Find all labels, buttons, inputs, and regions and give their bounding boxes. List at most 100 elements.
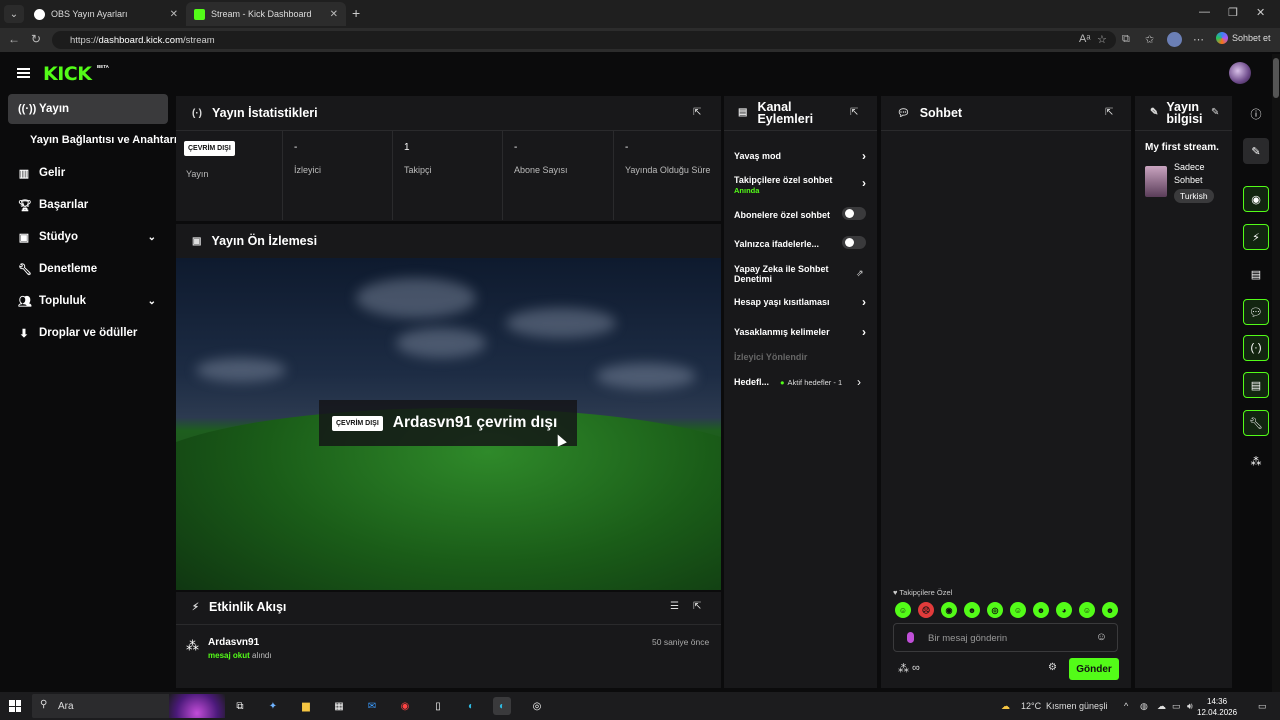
action-ai-moderation[interactable]: Yapay Zeka ile Sohbet Denetimi [734,264,844,284]
more-icon[interactable]: ⋯ [1193,33,1204,46]
chat-icon[interactable]: 💬︎ [1243,299,1269,325]
emote-icon[interactable]: ☺ [1079,602,1095,618]
external-link-icon[interactable]: ⇗ [856,268,864,279]
extensions-icon[interactable]: ⧉ [1122,33,1130,46]
action-banned-words[interactable]: Yasaklanmış kelimeler › [734,326,866,338]
send-button[interactable]: Gönder [1069,658,1119,680]
action-account-age[interactable]: Hesap yaşı kısıtlaması › [734,296,866,308]
microphone-icon[interactable] [907,632,914,643]
emote-icon[interactable]: ◎ [987,602,1003,618]
chevron-right-icon[interactable]: › [857,375,861,389]
emote-icon[interactable]: ☻ [1033,602,1049,618]
actions-icon[interactable]: ▤ [1243,372,1269,398]
sidebar-item-yayin[interactable]: ((·)) Yayın [8,94,168,124]
windows-start-icon[interactable] [9,700,21,712]
reload-icon[interactable]: ↻ [31,32,41,46]
close-window-icon[interactable]: ✕ [1256,6,1265,19]
info-icon[interactable]: ⓘ [1243,101,1269,127]
wrench-icon[interactable]: 🔧︎ [1243,410,1269,436]
emoji-icon[interactable]: ☺ [1096,631,1107,643]
network-icon[interactable]: ▭ [1172,701,1181,712]
broadcast-icon[interactable]: (·) [1243,335,1269,361]
volume-icon[interactable]: 🔊︎ [1187,701,1193,712]
emote-icon[interactable]: ☻ [1102,602,1118,618]
task-view-icon[interactable]: ⧉ [231,697,249,715]
mail-icon[interactable]: ✉ [363,697,381,715]
sidebar-item-studyo[interactable]: ▣ Stüdyo ⌄ [8,222,168,252]
favorites-icon[interactable]: ✩ [1145,33,1154,46]
notepad-icon[interactable]: ▯ [429,697,447,715]
chrome-icon[interactable]: ◉ [396,697,414,715]
filter-icon[interactable]: ☰ [670,601,679,612]
back-icon[interactable]: ← [8,32,20,46]
close-tab-icon[interactable]: ✕ [170,9,178,20]
document-icon[interactable]: ▤ [1243,261,1269,287]
toggle-switch[interactable] [842,207,866,220]
menu-icon[interactable] [17,68,30,78]
emote-icon[interactable]: ◕ [1056,602,1072,618]
file-explorer-icon[interactable]: ▆ [297,697,315,715]
copilot-icon[interactable]: ✦ [264,697,282,715]
minimize-icon[interactable]: — [1199,6,1210,18]
sidebar-subitem-stream-key[interactable]: Yayın Bağlantısı ve Anahtarı [30,134,177,146]
onedrive-icon[interactable]: ☁ [1157,701,1166,712]
scrollbar[interactable] [1272,54,1280,692]
store-icon[interactable]: ▦ [330,697,348,715]
tray-icon[interactable]: ◍ [1140,701,1148,712]
stat-label: İzleyici [294,165,322,175]
edge-active-icon[interactable]: ◐ [493,697,511,715]
new-tab-icon[interactable]: + [352,5,360,21]
favorite-star-icon[interactable]: ☆ [1097,33,1107,46]
toggle-switch[interactable] [842,236,866,249]
emote-icon[interactable]: ☹ [918,602,934,618]
lightning-icon[interactable]: ⚡︎ [1243,224,1269,250]
kick-logo[interactable]: KICK [43,63,92,85]
action-goals[interactable]: Hedefl... Aktif hedefler - 1 [734,377,842,387]
notifications-icon[interactable]: ▭ [1258,701,1267,712]
points-icon[interactable]: ⁂ [898,662,909,675]
emote-icon[interactable]: ◉ [941,602,957,618]
chat-input[interactable]: Bir mesaj gönderin ☺ [893,623,1118,652]
avatar[interactable] [1229,62,1251,84]
sidebar-item-topluluk[interactable]: 👥︎ Topluluk ⌄ [8,286,168,316]
sidebar-item-denetleme[interactable]: 🔧︎ Denetleme [8,254,168,284]
scrollbar-thumb[interactable] [1273,58,1279,98]
sidebar-item-basarilar[interactable]: 🏆︎ Başarılar [8,190,168,220]
tab-kick[interactable]: Stream - Kick Dashboard ✕ [186,2,346,26]
infinity-icon[interactable]: ∞ [912,662,920,674]
taskbar-search[interactable]: ⚲ Ara [32,694,225,718]
tab-list-button[interactable]: ⌄ [4,5,24,23]
camera-icon[interactable]: ◉ [1243,186,1269,212]
popout-icon[interactable]: ⇱ [693,107,701,118]
obs-icon[interactable]: ◎ [528,697,546,715]
sidebar-item-droplar[interactable]: ⬇ Droplar ve ödüller [8,318,168,348]
clock[interactable]: 14:36 12.04.2026 [1197,696,1237,718]
sidebar-item-gelir[interactable]: ▥ Gelir [8,158,168,188]
emote-icon[interactable]: ☻ [964,602,980,618]
popout-icon[interactable]: ⇱ [850,107,858,118]
clock-date: 12.04.2026 [1197,708,1238,717]
emote-icon[interactable]: ☺ [895,602,911,618]
close-tab-icon[interactable]: ✕ [330,9,338,20]
edit-icon[interactable]: ✎ [1243,138,1269,164]
action-followers-only[interactable]: Takipçilere özel sohbet Anında › [734,175,866,196]
url-field[interactable]: https://dashboard.kick.com/stream [52,31,1116,49]
action-subscribers-only[interactable]: Abonelere özel sohbet [734,207,866,220]
gear-icon[interactable]: ⚙ [1048,662,1057,673]
copilot-button[interactable]: Sohbet et [1216,32,1271,44]
action-emotes-only[interactable]: Yalnızca ifadelerle... [734,236,866,249]
profile-icon[interactable] [1167,32,1182,47]
popout-icon[interactable]: ⇱ [693,601,701,612]
maximize-icon[interactable]: ❐ [1228,6,1238,19]
popout-icon[interactable]: ⇱ [1105,107,1113,118]
read-aloud-icon[interactable]: Aᵃ [1079,33,1090,45]
emote-icon[interactable]: ☺ [1010,602,1026,618]
chevron-up-icon[interactable]: ^ [1124,701,1128,711]
edit-icon[interactable]: ✎ [1211,107,1219,118]
followers-only-label: Takipçilere Özel [899,588,953,597]
action-slow-mode[interactable]: Yavaş mod › [734,150,866,162]
tab-obs[interactable]: OBS Yayın Ayarları ✕ [26,2,186,26]
points-icon[interactable]: ⁂ [1243,448,1269,474]
edge-icon[interactable]: ◐ [462,697,480,715]
weather-icon[interactable]: ☁ [1001,701,1010,712]
